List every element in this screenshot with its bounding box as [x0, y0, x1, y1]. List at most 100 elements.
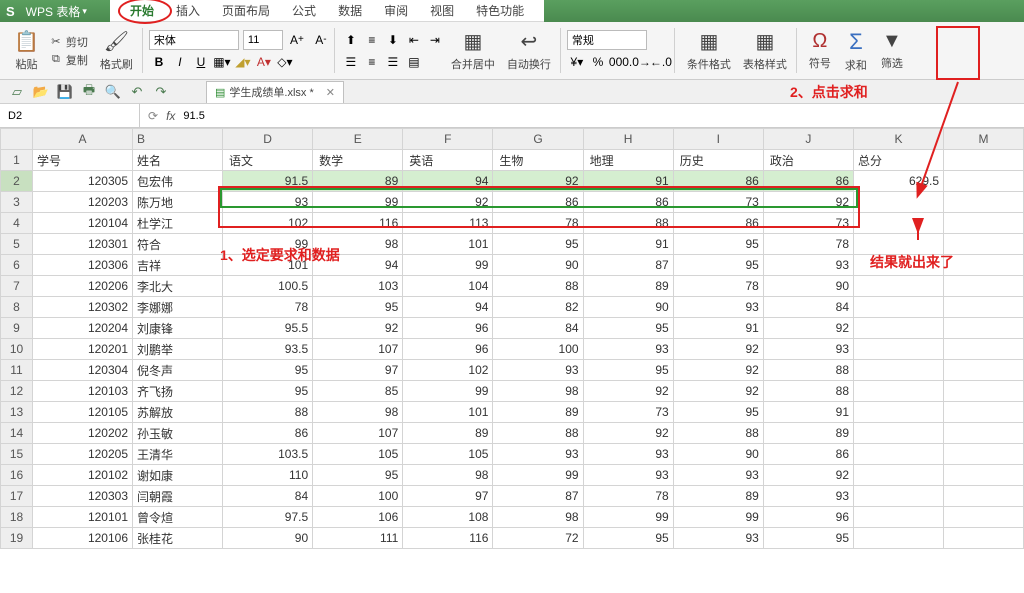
cell[interactable]: 93: [673, 528, 763, 549]
cell[interactable]: 86: [673, 213, 763, 234]
cell[interactable]: 吉祥: [133, 255, 223, 276]
cell[interactable]: 95: [223, 360, 313, 381]
align-left-icon[interactable]: ☰: [341, 52, 361, 72]
percent-icon[interactable]: %: [588, 52, 608, 72]
cell[interactable]: 120102: [33, 465, 133, 486]
italic-button[interactable]: I: [170, 52, 190, 72]
cell[interactable]: 99: [223, 234, 313, 255]
cell-B1[interactable]: 姓名: [133, 150, 223, 171]
cell[interactable]: 89: [763, 423, 853, 444]
col-header-B[interactable]: B: [133, 129, 223, 150]
formula-input[interactable]: [183, 110, 383, 122]
cell[interactable]: 90: [673, 444, 763, 465]
cell[interactable]: 107: [313, 339, 403, 360]
cell[interactable]: [854, 423, 944, 444]
cell[interactable]: 116: [313, 213, 403, 234]
cell[interactable]: 92: [763, 318, 853, 339]
cell[interactable]: 李北大: [133, 276, 223, 297]
cell[interactable]: 86: [583, 192, 673, 213]
cell[interactable]: 100: [313, 486, 403, 507]
cell[interactable]: 100.5: [223, 276, 313, 297]
cell[interactable]: 92: [493, 171, 583, 192]
cell[interactable]: [944, 276, 1024, 297]
col-header-F[interactable]: F: [403, 129, 493, 150]
cell[interactable]: [854, 213, 944, 234]
cell[interactable]: 91: [583, 171, 673, 192]
document-tab[interactable]: ▤ 学生成绩单.xlsx * ✕: [206, 81, 344, 103]
cell[interactable]: [854, 318, 944, 339]
indent-left-icon[interactable]: ⇤: [404, 30, 424, 50]
format-painter-button[interactable]: 🖌 格式刷: [94, 25, 139, 77]
cell[interactable]: 120201: [33, 339, 133, 360]
cell[interactable]: 72: [493, 528, 583, 549]
cell[interactable]: 89: [493, 402, 583, 423]
cell[interactable]: 齐飞扬: [133, 381, 223, 402]
decrease-font-icon[interactable]: A-: [311, 30, 331, 50]
cell[interactable]: 90: [763, 276, 853, 297]
cell[interactable]: 93: [673, 297, 763, 318]
open-icon[interactable]: 📂: [32, 83, 50, 101]
cell[interactable]: 101: [403, 402, 493, 423]
cell[interactable]: 91: [763, 402, 853, 423]
row-header-16[interactable]: 16: [1, 465, 33, 486]
cell[interactable]: 105: [403, 444, 493, 465]
cell[interactable]: 73: [583, 402, 673, 423]
cell[interactable]: 88: [763, 381, 853, 402]
cell[interactable]: 120106: [33, 528, 133, 549]
cell[interactable]: 93: [763, 339, 853, 360]
cell[interactable]: 95: [583, 360, 673, 381]
cell[interactable]: 101: [403, 234, 493, 255]
cell[interactable]: [944, 444, 1024, 465]
cell[interactable]: [854, 486, 944, 507]
cell[interactable]: 刘康锋: [133, 318, 223, 339]
cell[interactable]: 陈万地: [133, 192, 223, 213]
tab-review[interactable]: 审阅: [384, 0, 408, 22]
filter-button[interactable]: ▼筛选: [875, 25, 909, 77]
cell[interactable]: [944, 192, 1024, 213]
cell[interactable]: [944, 486, 1024, 507]
cell[interactable]: 93: [493, 444, 583, 465]
cell[interactable]: 120303: [33, 486, 133, 507]
cell[interactable]: 89: [673, 486, 763, 507]
cell[interactable]: 88: [583, 213, 673, 234]
cell[interactable]: [944, 528, 1024, 549]
name-box[interactable]: D2: [0, 104, 140, 127]
row-header-10[interactable]: 10: [1, 339, 33, 360]
row-header-14[interactable]: 14: [1, 423, 33, 444]
tab-formula[interactable]: 公式: [292, 0, 316, 22]
col-header-K[interactable]: K: [854, 129, 944, 150]
cell[interactable]: 111: [313, 528, 403, 549]
cell[interactable]: 84: [223, 486, 313, 507]
tab-data[interactable]: 数据: [338, 0, 362, 22]
cell[interactable]: [944, 423, 1024, 444]
cell[interactable]: 100: [493, 339, 583, 360]
cell[interactable]: 95: [313, 297, 403, 318]
cell[interactable]: 96: [763, 507, 853, 528]
cell[interactable]: 曾令煊: [133, 507, 223, 528]
cell[interactable]: 99: [673, 507, 763, 528]
tab-view[interactable]: 视图: [430, 0, 454, 22]
col-header-D[interactable]: D: [223, 129, 313, 150]
cell[interactable]: 孙玉敏: [133, 423, 223, 444]
cell[interactable]: [854, 465, 944, 486]
cell[interactable]: [944, 318, 1024, 339]
cell[interactable]: 99: [583, 507, 673, 528]
cell[interactable]: 95.5: [223, 318, 313, 339]
print-icon[interactable]: 🖶: [80, 83, 98, 101]
cell[interactable]: 91: [583, 234, 673, 255]
save-icon[interactable]: 💾: [56, 83, 74, 101]
cell[interactable]: 88: [493, 276, 583, 297]
cell[interactable]: 96: [403, 318, 493, 339]
paste-button[interactable]: 📋 粘贴: [8, 25, 45, 77]
cell[interactable]: 89: [583, 276, 673, 297]
cell[interactable]: 90: [583, 297, 673, 318]
cell[interactable]: 87: [583, 255, 673, 276]
cell-J1[interactable]: 政治: [763, 150, 853, 171]
cond-format-button[interactable]: ▦条件格式: [681, 25, 737, 77]
fx-icon[interactable]: fx: [166, 109, 175, 123]
cell[interactable]: 73: [763, 213, 853, 234]
cell[interactable]: 92: [673, 381, 763, 402]
cell[interactable]: 78: [673, 276, 763, 297]
spreadsheet-grid[interactable]: ABDEFGHIJKM1学号姓名语文数学英语生物地理历史政治总分2120305包…: [0, 128, 1024, 549]
cell[interactable]: 97: [403, 486, 493, 507]
